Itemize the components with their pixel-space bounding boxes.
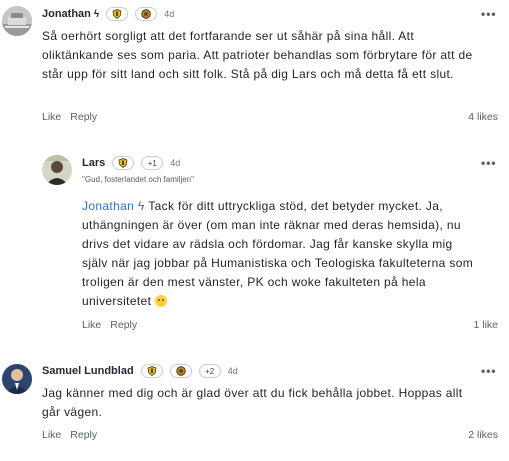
reply-button[interactable]: Reply [110, 319, 137, 331]
like-count[interactable]: 1 like [440, 319, 498, 331]
like-button[interactable]: Like [42, 429, 61, 441]
extra-badges-count[interactable]: +1 [141, 156, 164, 170]
author-tagline: "Gud, fosterlandet och familjen" [82, 175, 194, 184]
shield-badge-icon[interactable] [112, 156, 135, 170]
timestamp: 4d [227, 366, 238, 376]
author-bolt: ϟ [93, 8, 100, 20]
mention-link[interactable]: Jonathan ϟ [82, 199, 145, 213]
extra-badges-count[interactable]: +2 [198, 364, 221, 378]
avatar[interactable] [2, 6, 32, 36]
author-name[interactable]: Jonathan [42, 8, 91, 20]
comment-body: Så oerhört sorgligt att det fortfarande … [42, 29, 473, 81]
bronze-medal-icon[interactable] [169, 364, 192, 378]
timestamp: 4d [164, 9, 175, 19]
avatar-image [2, 364, 32, 394]
more-options-icon[interactable]: ••• [481, 365, 497, 377]
avatar-image [2, 6, 32, 36]
shield-badge-icon[interactable] [140, 364, 163, 378]
more-options-icon[interactable]: ••• [481, 8, 497, 20]
bronze-medal-icon[interactable] [135, 7, 158, 21]
author-name[interactable]: Samuel Lundblad [42, 365, 134, 377]
author-name[interactable]: Lars [82, 157, 105, 169]
like-button[interactable]: Like [82, 319, 101, 331]
like-button[interactable]: Like [42, 111, 61, 123]
like-count[interactable]: 2 likes [440, 429, 498, 441]
reply-button[interactable]: Reply [70, 111, 97, 123]
comment-body: Jag känner med dig och är glad över att … [42, 386, 463, 419]
avatar-image [42, 155, 72, 185]
comment-body-text: Tack för ditt uttryckliga stöd, det bety… [82, 199, 474, 308]
shield-badge-icon[interactable] [106, 7, 129, 21]
avatar[interactable] [2, 364, 32, 394]
like-count[interactable]: 4 likes [440, 111, 498, 123]
smiley-emoji-icon [154, 295, 167, 307]
avatar[interactable] [42, 155, 72, 185]
comment-body: Jonathan ϟ Tack för ditt uttryckliga stö… [82, 197, 482, 311]
timestamp: 4d [170, 158, 181, 168]
more-options-icon[interactable]: ••• [481, 157, 497, 169]
reply-button[interactable]: Reply [70, 429, 97, 441]
